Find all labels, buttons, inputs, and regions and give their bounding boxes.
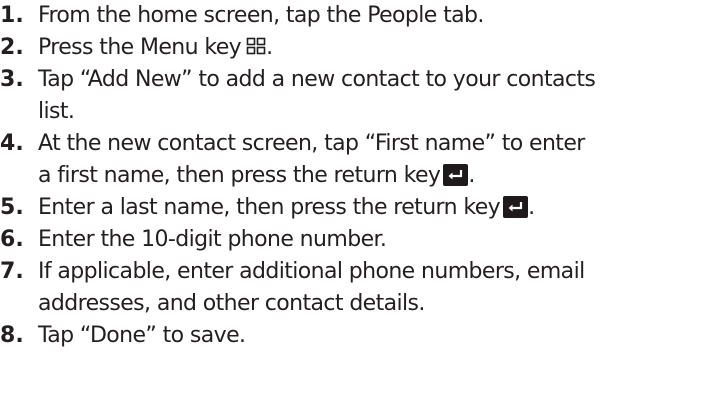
menu-key-icon	[246, 34, 266, 55]
step-6: 6 Enter the 10-digit phone number.	[0, 224, 713, 256]
step-number: 1	[0, 0, 24, 32]
step-5: 5 Enter a last name, then press the retu…	[0, 192, 713, 224]
instruction-steps-list: 1 From the home screen, tap the People t…	[0, 0, 713, 352]
step-text-line-2: list.	[38, 99, 75, 124]
step-text-line-2: addresses, and other contact details.	[38, 291, 425, 316]
step-2: 2 Press the Menu key.	[0, 32, 713, 64]
step-text: Tap “Done” to save.	[38, 323, 246, 348]
step-number: 4	[0, 128, 24, 160]
step-number: 5	[0, 192, 24, 224]
step-4: 4 At the new contact screen, tap “First …	[0, 128, 713, 192]
step-number: 8	[0, 320, 24, 352]
step-1: 1 From the home screen, tap the People t…	[0, 0, 713, 32]
step-suffix: .	[468, 163, 475, 188]
step-text-line-1: Tap “Add New” to add a new contact to yo…	[38, 67, 596, 92]
step-text-line-1: If applicable, enter additional phone nu…	[38, 259, 585, 284]
step-text-line-2: a first name, then press the return key	[38, 163, 441, 188]
step-7: 7 If applicable, enter additional phone …	[0, 256, 713, 320]
step-text: Press the Menu key	[38, 35, 242, 60]
return-key-icon	[443, 164, 469, 186]
step-suffix: .	[528, 195, 535, 220]
step-number: 7	[0, 256, 24, 288]
step-text-line-1: At the new contact screen, tap “First na…	[38, 131, 585, 156]
step-3: 3 Tap “Add New” to add a new contact to …	[0, 64, 713, 128]
step-suffix: .	[266, 35, 273, 60]
step-text: Enter a last name, then press the return…	[38, 195, 501, 220]
step-number: 2	[0, 32, 24, 64]
step-text: From the home screen, tap the People tab…	[38, 3, 484, 28]
step-8: 8 Tap “Done” to save.	[0, 320, 713, 352]
return-key-icon	[503, 196, 529, 218]
step-number: 6	[0, 224, 24, 256]
step-text: Enter the 10-digit phone number.	[38, 227, 387, 252]
step-number: 3	[0, 64, 24, 96]
